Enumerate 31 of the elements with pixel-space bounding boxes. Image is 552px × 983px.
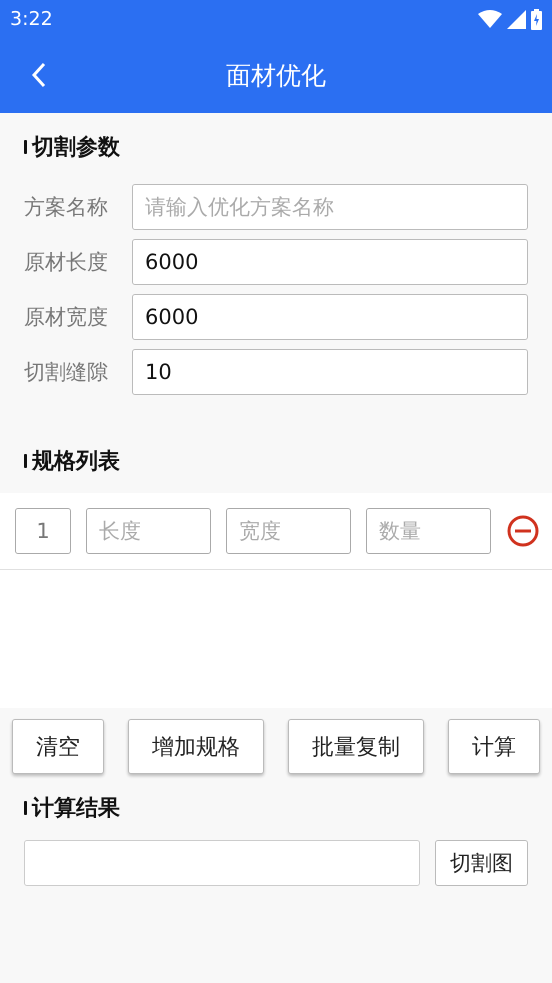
- heading-marker-icon: [24, 454, 27, 468]
- result-field[interactable]: [24, 840, 420, 886]
- heading-marker-icon: [24, 801, 27, 815]
- section-heading: 规格列表: [32, 448, 120, 476]
- signal-icon: [507, 10, 526, 28]
- width-field[interactable]: 宽度: [226, 508, 351, 554]
- action-button[interactable]: 计算: [448, 719, 540, 774]
- length-field[interactable]: 长度: [86, 508, 211, 554]
- field-label: 方案名称: [24, 194, 109, 221]
- battery-icon: [531, 8, 542, 30]
- field-label: 切割缝隙: [24, 359, 109, 386]
- cutting-diagram-button[interactable]: 切割图: [435, 840, 528, 886]
- index-field[interactable]: 1: [15, 508, 71, 554]
- section-heading: 切割参数: [32, 134, 120, 162]
- wifi-icon: [478, 10, 502, 28]
- field-label: 原材长度: [24, 249, 109, 276]
- heading-marker-icon: [24, 140, 27, 154]
- input-field[interactable]: 请输入优化方案名称: [132, 184, 528, 230]
- back-icon[interactable]: [31, 62, 47, 88]
- remove-icon[interactable]: [506, 514, 540, 548]
- section-heading: 计算结果: [32, 795, 120, 823]
- input-field[interactable]: 10: [132, 349, 528, 395]
- field-label: 原材宽度: [24, 304, 109, 331]
- action-button[interactable]: 批量复制: [288, 719, 424, 774]
- action-button[interactable]: 清空: [12, 719, 104, 774]
- action-button[interactable]: 增加规格: [128, 719, 264, 774]
- quantity-field[interactable]: 数量: [366, 508, 491, 554]
- page-title: 面材优化: [226, 60, 326, 92]
- status-time: 3:22: [10, 8, 53, 30]
- input-field[interactable]: 6000: [132, 294, 528, 340]
- input-field[interactable]: 6000: [132, 239, 528, 285]
